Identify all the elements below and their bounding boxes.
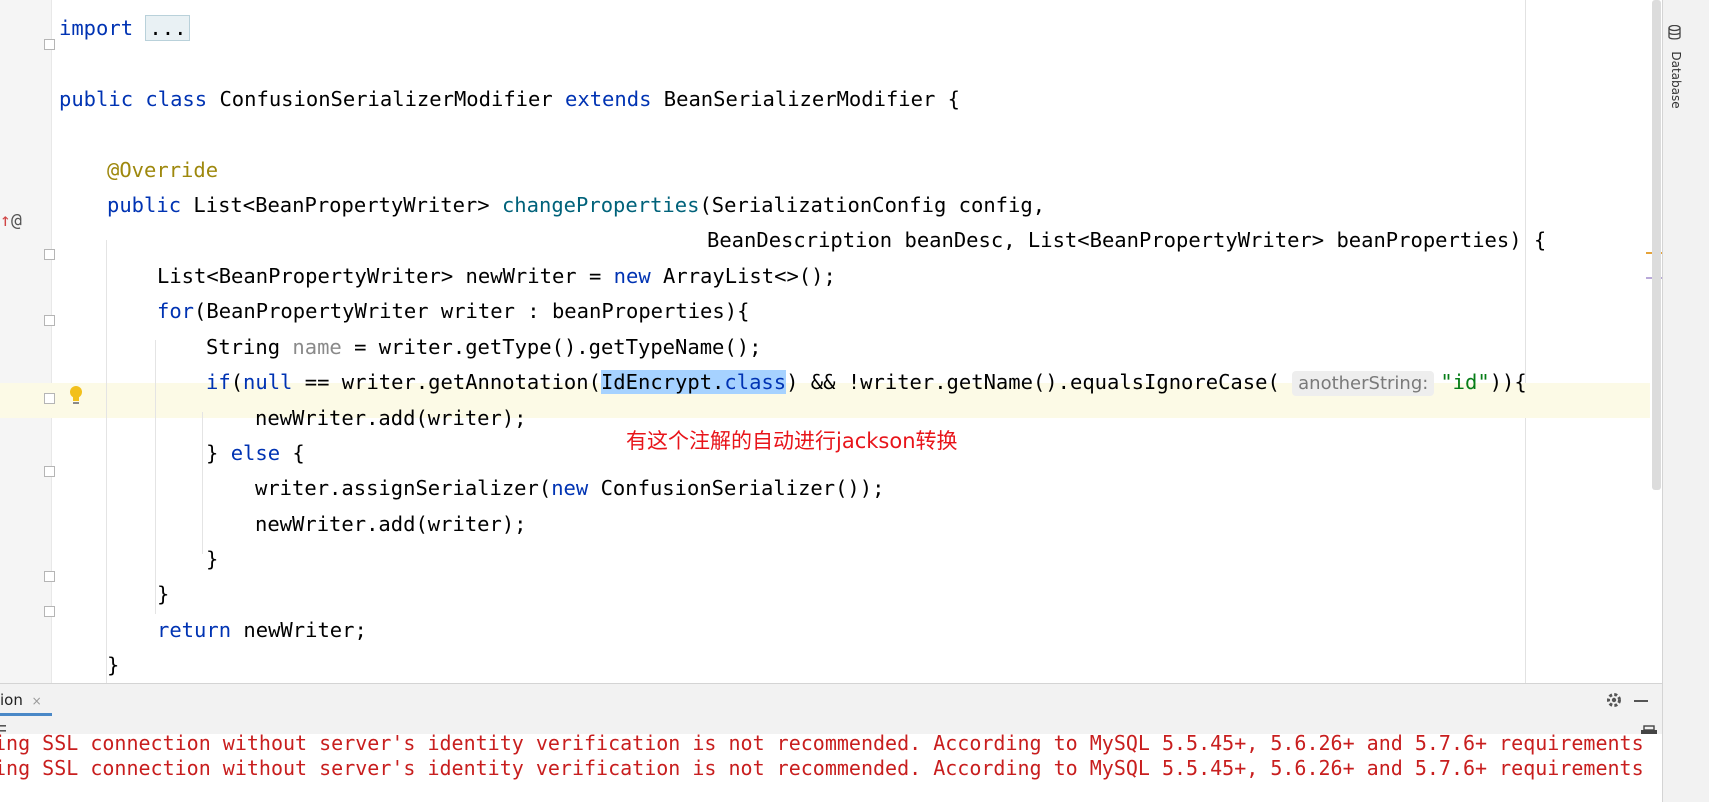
indent-guide	[155, 340, 156, 614]
lightbulb-icon[interactable]	[68, 385, 84, 405]
code-token: BeanSerializerModifier {	[663, 87, 960, 111]
fold-icon[interactable]	[44, 571, 55, 582]
code-token: import	[59, 16, 146, 40]
code-token: ConfusionSerializer());	[600, 476, 885, 500]
code-token: changeProperties	[501, 193, 700, 217]
code-token: (	[230, 370, 244, 394]
database-tab-label: Database	[1669, 51, 1683, 109]
code-token: String	[206, 335, 293, 359]
code-token: public class	[59, 87, 220, 111]
code-line-else[interactable]: } else {	[206, 436, 305, 471]
code-token: List<BeanPropertyWriter> newWriter =	[157, 264, 614, 288]
code-token: for	[157, 299, 195, 323]
annotation-note: 有这个注解的自动进行jackson转换	[626, 429, 958, 453]
code-token: "id"	[1440, 370, 1490, 394]
implemented-method-icon[interactable]: ↑	[0, 210, 11, 232]
code-token: ) && !writer.getName().equalsIgnoreCase(	[786, 370, 1293, 394]
console-output[interactable]: ing SSL connection without server's iden…	[0, 734, 1662, 802]
code-token: else	[230, 441, 293, 465]
close-icon[interactable]: ×	[32, 694, 42, 708]
fold-icon[interactable]	[44, 315, 55, 326]
vertical-scrollbar[interactable]	[1652, 0, 1661, 490]
code-token: BeanDescription beanDesc, List<BeanPrope…	[707, 228, 1547, 252]
fold-icon[interactable]	[44, 606, 55, 617]
code-token: null	[243, 370, 293, 394]
code-token: List<BeanPropertyWriter>	[193, 193, 502, 217]
fold-icon[interactable]	[44, 393, 55, 404]
code-token: newWriter.add(writer);	[255, 512, 527, 536]
code-token: newWriter;	[243, 618, 367, 642]
code-line-assign-serializer[interactable]: writer.assignSerializer(new ConfusionSer…	[255, 471, 884, 506]
run-panel[interactable]: ion × ing SSL connection without server'…	[0, 683, 1662, 802]
gear-icon[interactable]	[1605, 691, 1623, 709]
code-token: == writer.getAnnotation(	[292, 370, 601, 394]
code-token: )){	[1489, 370, 1527, 394]
code-token: = writer.getType().getTypeName();	[341, 335, 762, 359]
code-token: (SerializationConfig config,	[699, 193, 1046, 217]
code-token: }	[206, 547, 219, 571]
code-line-for-loop[interactable]: for(BeanPropertyWriter writer : beanProp…	[157, 294, 749, 329]
code-line-new-writer[interactable]: List<BeanPropertyWriter> newWriter = new…	[157, 259, 836, 294]
code-token: ...	[145, 15, 191, 41]
code-token: new	[613, 264, 664, 288]
code-editor[interactable]: ↑ @ import ... public class ConfusionSeri…	[0, 0, 1662, 683]
code-token: return	[157, 618, 244, 642]
right-tool-strip	[1662, 0, 1709, 802]
code-line-method-sig-1[interactable]: public List<BeanPropertyWriter> changePr…	[107, 188, 1045, 223]
code-line-class-decl[interactable]: public class ConfusionSerializerModifier…	[59, 82, 960, 117]
code-token: if	[206, 370, 231, 394]
code-line-override[interactable]: @Override	[107, 153, 218, 188]
code-token: IdEncrypt.	[600, 370, 725, 394]
code-token: class	[724, 370, 787, 394]
code-token: }	[206, 441, 231, 465]
indent-guide	[106, 240, 107, 683]
code-token: newWriter.add(writer);	[255, 406, 527, 430]
code-token: name	[292, 335, 342, 359]
code-line-import[interactable]: import ...	[59, 11, 191, 46]
fold-icon[interactable]	[44, 466, 55, 477]
fold-icon[interactable]	[44, 39, 55, 50]
database-tab[interactable]: Database	[1666, 25, 1686, 109]
parameter-hint: anotherString:	[1292, 371, 1435, 396]
console-line: ing SSL connection without server's iden…	[0, 756, 1644, 780]
code-token: }	[107, 653, 120, 677]
code-token: ArrayList<>();	[663, 264, 836, 288]
run-tab-label: ion	[0, 691, 23, 709]
code-token: writer.assignSerializer(	[255, 476, 552, 500]
fold-icon[interactable]	[44, 249, 55, 260]
code-line-add-1[interactable]: newWriter.add(writer);	[255, 401, 527, 436]
code-line-return[interactable]: return newWriter;	[157, 613, 367, 648]
code-token: new	[551, 476, 601, 500]
code-line-method-sig-2[interactable]: BeanDescription beanDesc, List<BeanPrope…	[707, 223, 1546, 258]
code-line-close-for[interactable]: }	[157, 577, 169, 612]
code-token: }	[157, 582, 170, 606]
code-token: {	[292, 441, 305, 465]
code-line-close-if[interactable]: }	[206, 542, 218, 577]
code-token: ConfusionSerializerModifier	[219, 87, 566, 111]
run-tab[interactable]: ion ×	[0, 684, 52, 716]
code-line-if-null[interactable]: if(null == writer.getAnnotation(IdEncryp…	[206, 365, 1527, 400]
minimize-icon[interactable]	[1634, 700, 1648, 702]
code-line-close-method[interactable]: }	[107, 648, 119, 683]
indent-guide	[202, 412, 203, 554]
code-line-string-name[interactable]: String name = writer.getType().getTypeNa…	[206, 330, 761, 365]
code-line-add-2[interactable]: newWriter.add(writer);	[255, 507, 527, 542]
override-marker-icon[interactable]: @	[11, 210, 22, 232]
code-token: public	[107, 193, 194, 217]
database-icon	[1668, 25, 1681, 40]
right-margin-guide	[1525, 0, 1526, 683]
code-token: extends	[565, 87, 664, 111]
code-token: @Override	[107, 158, 219, 182]
code-token: (BeanPropertyWriter writer : beanPropert…	[194, 299, 750, 323]
